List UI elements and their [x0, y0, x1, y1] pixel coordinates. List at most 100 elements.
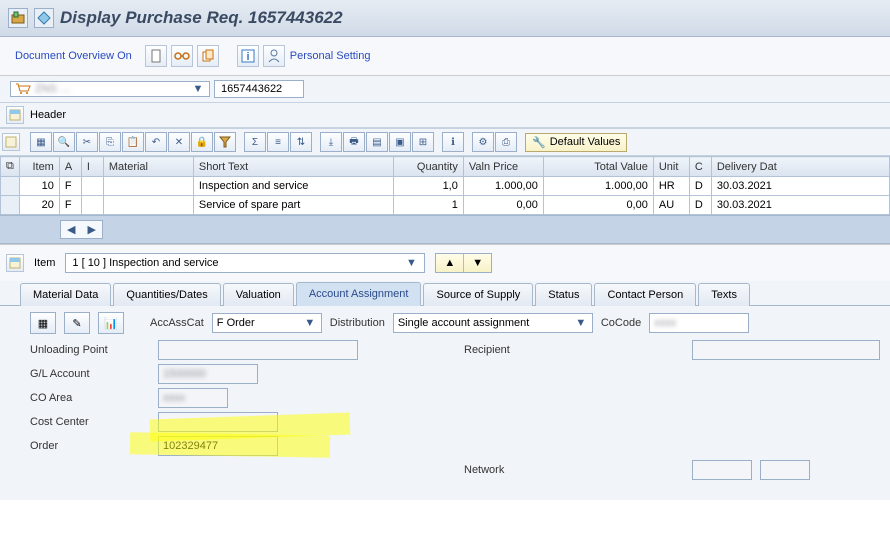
- order-label: Order: [30, 440, 150, 452]
- col-c[interactable]: C: [689, 157, 711, 177]
- personal-setting-icon[interactable]: [263, 45, 285, 67]
- app-icon-2: [34, 8, 54, 28]
- chevron-down-icon: ▼: [303, 316, 317, 330]
- col-valn[interactable]: Valn Price: [463, 157, 543, 177]
- item-dropdown-value: 1 [ 10 ] Inspection and service: [72, 257, 218, 269]
- col-delivery[interactable]: Delivery Dat: [711, 157, 889, 177]
- grid-filter-icon[interactable]: [214, 132, 236, 152]
- grid-expand-icon[interactable]: ⊞: [412, 132, 434, 152]
- distribution-field[interactable]: Single account assignment ▼: [393, 313, 593, 333]
- grid-undo-icon[interactable]: ↶: [145, 132, 167, 152]
- personal-setting-button[interactable]: Personal Setting: [289, 45, 380, 67]
- col-total[interactable]: Total Value: [543, 157, 653, 177]
- grid-sort-icon[interactable]: ⇅: [290, 132, 312, 152]
- item-dropdown[interactable]: 1 [ 10 ] Inspection and service ▼: [65, 253, 425, 273]
- grid-paste-icon[interactable]: 📋: [122, 132, 144, 152]
- tab-account-assignment[interactable]: Account Assignment: [296, 282, 422, 306]
- coarea-label: CO Area: [30, 392, 150, 404]
- item-selector-row: Item 1 [ 10 ] Inspection and service ▼ ▲…: [0, 244, 890, 281]
- grid-layout-icon[interactable]: ▦: [30, 132, 52, 152]
- tab-texts[interactable]: Texts: [698, 283, 750, 306]
- grid-subtotal-icon[interactable]: ≡: [267, 132, 289, 152]
- app-icon-1: [8, 8, 28, 28]
- cart-icon: [15, 83, 31, 95]
- row-sel-header[interactable]: ⧉: [1, 157, 20, 177]
- network-activity-field[interactable]: [760, 460, 810, 480]
- gl-label: G/L Account: [30, 368, 150, 380]
- grid-delete-icon[interactable]: ✕: [168, 132, 190, 152]
- col-item[interactable]: Item: [19, 157, 59, 177]
- tab-contact-person[interactable]: Contact Person: [594, 283, 696, 306]
- account-assignment-form: ▦ ✎ 📊 AccAssCat F Order ▼ Distribution S…: [0, 306, 890, 500]
- title-bar: Display Purchase Req. 1657443622: [0, 0, 890, 37]
- scroll-right-icon[interactable]: ▶: [81, 221, 101, 238]
- grid-info2-icon[interactable]: ℹ: [442, 132, 464, 152]
- order-field[interactable]: 102329477: [158, 436, 278, 456]
- grid-lock-icon[interactable]: 🔒: [191, 132, 213, 152]
- col-unit[interactable]: Unit: [653, 157, 689, 177]
- table-row[interactable]: 10 F Inspection and service 1,0 1.000,00…: [1, 177, 890, 196]
- main-toolbar: Document Overview On i Personal Setting: [0, 37, 890, 76]
- gl-field[interactable]: 1500000: [158, 364, 258, 384]
- costcenter-field[interactable]: [158, 412, 278, 432]
- tab-material-data[interactable]: Material Data: [20, 283, 111, 306]
- default-values-label: Default Values: [550, 136, 621, 148]
- tab-quantities-dates[interactable]: Quantities/Dates: [113, 283, 220, 306]
- col-a[interactable]: A: [59, 157, 81, 177]
- col-qty[interactable]: Quantity: [393, 157, 463, 177]
- table-row[interactable]: 20 F Service of spare part 1 0,00 0,00 A…: [1, 196, 890, 215]
- grid-copy-icon[interactable]: ⎘: [99, 132, 121, 152]
- info-icon[interactable]: i: [237, 45, 259, 67]
- grid-print-icon[interactable]: 🖶: [343, 132, 365, 152]
- item-nav-buttons: ▲ ▼: [435, 253, 492, 273]
- grid-detail-icon[interactable]: ▣: [389, 132, 411, 152]
- doc-number-field[interactable]: 1657443622: [214, 80, 304, 98]
- unloading-field[interactable]: [158, 340, 358, 360]
- collapse-icon[interactable]: [6, 106, 24, 124]
- grid-settings-icon[interactable]: ⚙: [472, 132, 494, 152]
- header-label: Header: [30, 109, 66, 121]
- tab-valuation[interactable]: Valuation: [223, 283, 294, 306]
- grid-toolbar: ▦ 🔍 ✂ ⎘ 📋 ↶ ✕ 🔒 Σ ≡ ⇅ ⤓ 🖶 ▤ ▣ ⊞ ℹ ⚙ ⎙ 🔧 …: [26, 132, 884, 152]
- col-shorttext[interactable]: Short Text: [193, 157, 393, 177]
- unloading-label: Unloading Point: [30, 344, 150, 356]
- tab-status[interactable]: Status: [535, 283, 592, 306]
- accasscat-field[interactable]: F Order ▼: [212, 313, 322, 333]
- recipient-field[interactable]: [692, 340, 880, 360]
- grid-variant-icon[interactable]: ⎙: [495, 132, 517, 152]
- doc-type-dropdown[interactable]: ZNS … ▼: [10, 81, 210, 97]
- doc-selector-row: ZNS … ▼ 1657443622: [0, 76, 890, 102]
- grid-sum-icon[interactable]: Σ: [244, 132, 266, 152]
- form-graph-icon[interactable]: 📊: [98, 312, 124, 334]
- cocode-field[interactable]: xxxx: [649, 313, 749, 333]
- accasscat-label: AccAssCat: [150, 317, 204, 329]
- create-icon[interactable]: [145, 45, 167, 67]
- doc-overview-button[interactable]: Document Overview On: [6, 45, 141, 67]
- scroll-left-icon[interactable]: ◀: [61, 221, 81, 238]
- grid-find-icon[interactable]: 🔍: [53, 132, 75, 152]
- network-field[interactable]: [692, 460, 752, 480]
- col-material[interactable]: Material: [103, 157, 193, 177]
- cocode-label: CoCode: [601, 317, 641, 329]
- expand-grid-icon[interactable]: [2, 133, 20, 151]
- item-tabs: Material Data Quantities/Dates Valuation…: [0, 281, 890, 306]
- grid-cut-icon[interactable]: ✂: [76, 132, 98, 152]
- coarea-field[interactable]: xxxx: [158, 388, 228, 408]
- item-collapse-icon[interactable]: [6, 254, 24, 272]
- header-section-title-row: Header: [0, 102, 890, 128]
- form-table-icon[interactable]: ▦: [30, 312, 56, 334]
- display-glasses-icon[interactable]: [171, 45, 193, 67]
- recipient-label: Recipient: [464, 344, 684, 356]
- chevron-down-icon: ▼: [191, 82, 205, 96]
- svg-text:i: i: [246, 51, 249, 63]
- doc-type-value: ZNS …: [35, 83, 71, 95]
- tab-source-supply[interactable]: Source of Supply: [423, 283, 533, 306]
- item-next-button[interactable]: ▼: [464, 254, 491, 272]
- grid-export-icon[interactable]: ⤓: [320, 132, 342, 152]
- col-i[interactable]: I: [81, 157, 103, 177]
- copy-doc-icon[interactable]: [197, 45, 219, 67]
- item-prev-button[interactable]: ▲: [436, 254, 464, 272]
- form-edit-icon[interactable]: ✎: [64, 312, 90, 334]
- default-values-button[interactable]: 🔧 Default Values: [525, 133, 627, 152]
- grid-graph-icon[interactable]: ▤: [366, 132, 388, 152]
